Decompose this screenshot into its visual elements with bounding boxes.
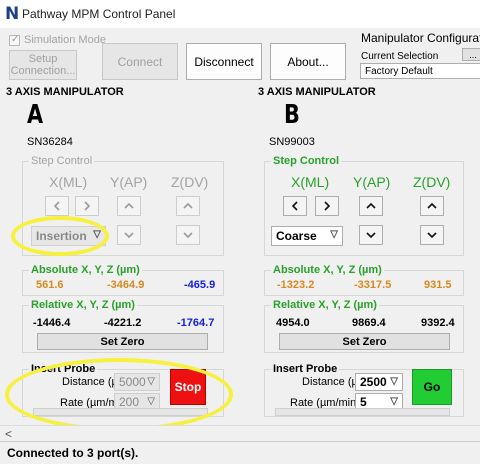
panel-b-absolute-title: Absolute X, Y, Z (µm) [271, 264, 384, 276]
chevron-right-icon [324, 201, 331, 211]
chevron-up-icon [366, 202, 376, 209]
panel-a-axis-z-label: Z(DV) [171, 174, 209, 190]
panel-b-distance-select[interactable]: 2500 ▽ [355, 373, 403, 391]
panel-b-z-down-button[interactable] [420, 225, 444, 245]
panel-b-relative-x: 4954.0 [276, 317, 310, 329]
panel-a-relative-z: -1764.7 [177, 317, 215, 329]
chevron-down-icon [183, 232, 193, 239]
chevron-down-icon [124, 232, 134, 239]
panel-a-axis-y-label: Y(AP) [110, 174, 148, 190]
panel-b-mode-select[interactable]: Coarse ▽ [271, 226, 343, 246]
panel-a-z-down-button[interactable] [176, 225, 200, 245]
chevron-up-icon [124, 202, 134, 209]
setup-connection-button[interactable]: Setup Connection... [9, 50, 77, 80]
connect-button[interactable]: Connect [102, 43, 178, 80]
panel-a-x-right-button[interactable] [75, 196, 99, 216]
browse-button[interactable]: ... [462, 48, 480, 61]
panel-b-relative-z: 9392.4 [421, 317, 455, 329]
simulation-mode-label: Simulation Mode [24, 34, 106, 46]
annotation-highlight-ellipse [5, 358, 233, 431]
panel-b-y-down-button[interactable] [359, 225, 383, 245]
about-button[interactable]: About... [270, 43, 346, 80]
panel-a-serial: SN36284 [27, 136, 73, 148]
horizontal-scrollbar[interactable]: < [0, 425, 480, 441]
chevron-left-icon [291, 201, 298, 211]
panel-b-relative-y: 9869.4 [352, 317, 386, 329]
chevron-up-icon [183, 202, 193, 209]
config-selection-field[interactable]: Factory Default [360, 63, 480, 79]
scroll-left-icon[interactable]: < [5, 427, 12, 441]
window-title: Pathway MPM Control Panel [22, 7, 176, 21]
panel-b-axis-x-label: X(ML) [291, 174, 330, 190]
chevron-down-icon: ▽ [390, 396, 398, 407]
status-bar: Connected to 3 port(s). [0, 441, 480, 464]
chevron-right-icon [84, 201, 91, 211]
panel-a-relative-x: -1446.4 [33, 317, 71, 329]
panel-a-x-left-button[interactable] [45, 196, 69, 216]
panel-b-letter: B [284, 100, 300, 130]
panel-b-x-right-button[interactable] [315, 196, 339, 216]
config-selection-value: Factory Default [365, 65, 433, 77]
panel-a-axis-x-label: X(ML) [49, 174, 88, 190]
panel-b-distance-value: 2500 [360, 375, 387, 389]
chevron-down-icon: ▽ [330, 229, 338, 240]
panel-b-rate-value: 5 [360, 395, 367, 409]
panel-b-mode-value: Coarse [276, 229, 317, 243]
chevron-down-icon [366, 232, 376, 239]
panel-a-absolute-title: Absolute X, Y, Z (µm) [29, 264, 142, 276]
chevron-left-icon [53, 201, 60, 211]
panel-a-z-up-button[interactable] [176, 196, 200, 216]
manipulator-config: Manipulator Configuratio Current Selecti… [359, 31, 480, 81]
config-title: Manipulator Configuratio [361, 31, 480, 45]
panel-b-set-zero-button[interactable]: Set Zero [279, 333, 450, 350]
checkbox-icon[interactable] [9, 34, 20, 46]
panel-a-absolute-y: -3464.9 [107, 279, 145, 291]
panel-a-letter: A [27, 100, 44, 130]
panel-b-absolute-y: -3317.5 [354, 279, 392, 291]
panel-a-relative-y: -4221.2 [104, 317, 142, 329]
panel-a-step-control-title: Step Control [29, 155, 95, 167]
panel-a-y-up-button[interactable] [117, 196, 141, 216]
chevron-down-icon: ▽ [390, 376, 398, 387]
panel-b-relative-title: Relative X, Y, Z (µm) [271, 299, 379, 311]
panel-a-header: 3 AXIS MANIPULATOR [6, 86, 124, 98]
panel-b-serial: SN99003 [269, 136, 315, 148]
toolbar: Simulation Mode Setup Connection... Conn… [0, 28, 480, 82]
panel-a-absolute-z: -465.9 [184, 279, 216, 291]
panel-b-step-control-title: Step Control [271, 155, 341, 167]
panel-b-axis-z-label: Z(DV) [413, 174, 451, 190]
annotation-highlight-ellipse [11, 216, 109, 256]
panel-a-absolute-x: 561.6 [36, 279, 64, 291]
disconnect-button[interactable]: Disconnect [186, 43, 262, 80]
title-bar: N Pathway MPM Control Panel [0, 0, 480, 28]
chevron-up-icon [427, 202, 437, 209]
app-logo-icon: N [5, 4, 20, 24]
panel-a-set-zero-button[interactable]: Set Zero [37, 333, 208, 350]
panel-b-x-left-button[interactable] [283, 196, 307, 216]
panel-b-absolute-z: 931.5 [424, 279, 452, 291]
panel-b-y-up-button[interactable] [359, 196, 383, 216]
panel-b-absolute-x: -1323.2 [277, 279, 315, 291]
panel-b-insert-probe-title: Insert Probe [271, 363, 340, 375]
panel-a-relative-title: Relative X, Y, Z (µm) [29, 299, 137, 311]
panel-b-axis-y-label: Y(AP) [353, 174, 391, 190]
panel-b-go-button[interactable]: Go [412, 369, 452, 405]
panel-a-y-down-button[interactable] [117, 225, 141, 245]
panel-b-progress-bar [275, 408, 450, 416]
status-text: Connected to 3 port(s). [7, 446, 139, 460]
panel-b-z-up-button[interactable] [420, 196, 444, 216]
simulation-mode-checkbox[interactable]: Simulation Mode [9, 34, 106, 46]
current-selection-label: Current Selection [361, 51, 439, 62]
panel-b-header: 3 AXIS MANIPULATOR [258, 86, 376, 98]
chevron-down-icon [427, 232, 437, 239]
